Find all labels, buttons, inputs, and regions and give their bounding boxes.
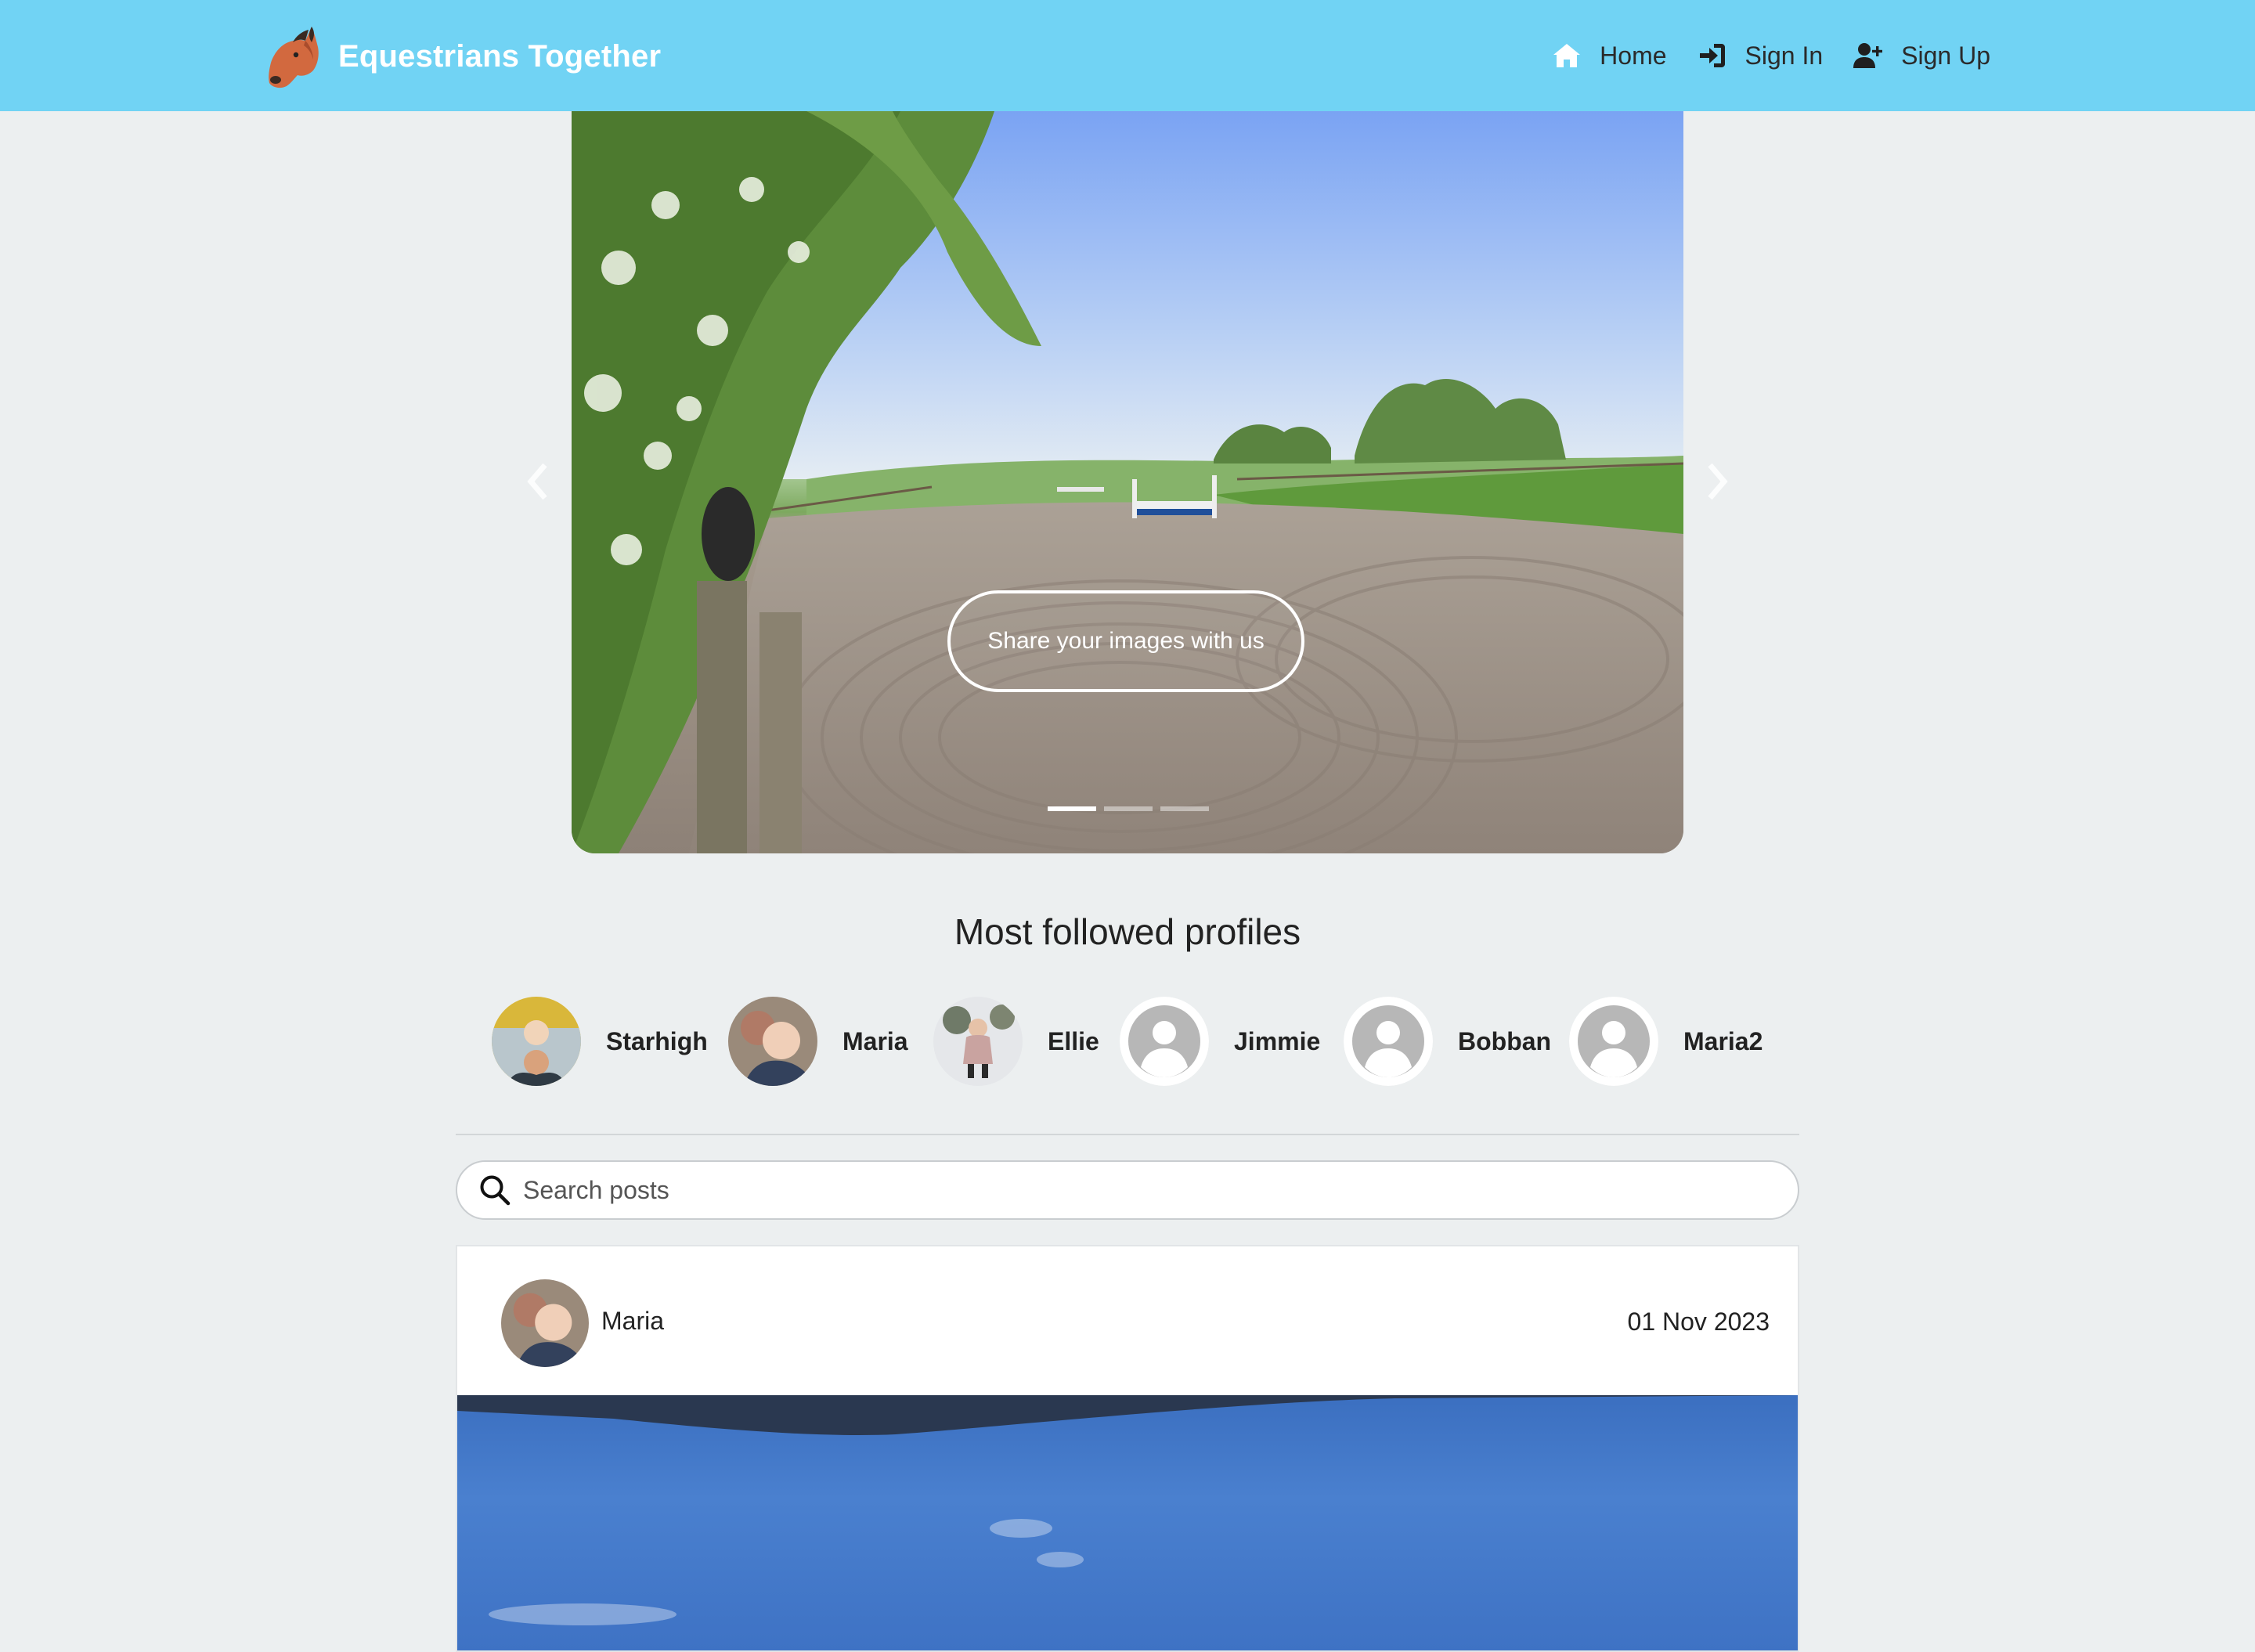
chevron-right-icon — [1708, 463, 1728, 500]
profile-name: Jimmie — [1234, 1026, 1321, 1055]
search-input[interactable] — [521, 1174, 1699, 1206]
hero-carousel: Share your images with us — [572, 111, 1683, 853]
post-image[interactable] — [457, 1395, 1798, 1650]
post-card: Maria 01 Nov 2023 — [456, 1245, 1799, 1652]
nav-sign-up-label: Sign Up — [1901, 41, 1990, 70]
profiles-row: Starhigh Maria Ellie Jimmie Bobban Maria… — [0, 996, 2255, 1087]
profile-name: Maria — [842, 1026, 908, 1055]
search-icon — [480, 1175, 511, 1206]
navbar: Equestrians Together Home Sign In Sign U… — [0, 0, 2255, 111]
nav-home-label: Home — [1600, 41, 1667, 70]
user-plus-icon — [1853, 43, 1883, 68]
nav-links: Home Sign In Sign Up — [1521, 0, 1990, 111]
post-header: Maria 01 Nov 2023 — [457, 1246, 1798, 1395]
profile-name: Bobban — [1458, 1026, 1552, 1055]
profile-jimmie[interactable]: Jimmie — [1120, 996, 1320, 1087]
profile-starhigh[interactable]: Starhigh — [492, 996, 708, 1087]
post-author-name: Maria — [601, 1306, 665, 1335]
carousel-indicators — [1048, 806, 1217, 811]
horse-logo — [269, 27, 319, 88]
share-images-button[interactable]: Share your images with us — [947, 590, 1304, 692]
default-user-icon — [1569, 997, 1658, 1086]
nav-sign-in-label: Sign In — [1744, 41, 1824, 70]
avatar — [933, 997, 1023, 1086]
nav-sign-in-link[interactable]: Sign In — [1697, 40, 1824, 71]
profile-maria[interactable]: Maria — [728, 996, 908, 1087]
divider — [456, 1134, 1799, 1135]
home-icon — [1553, 44, 1581, 67]
carousel-next-button[interactable] — [1694, 454, 1741, 509]
post-date: 01 Nov 2023 — [1627, 1308, 1770, 1336]
profile-bobban[interactable]: Bobban — [1344, 996, 1551, 1087]
avatar — [492, 997, 581, 1086]
carousel-prev-button[interactable] — [514, 454, 561, 509]
profile-name: Starhigh — [606, 1026, 708, 1055]
profile-name: Ellie — [1048, 1026, 1099, 1055]
arena-photo — [572, 111, 1683, 853]
sign-in-icon — [1699, 44, 1725, 67]
nav-home-link[interactable]: Home — [1551, 40, 1667, 71]
chevron-left-icon — [527, 463, 547, 500]
profile-maria2[interactable]: Maria2 — [1569, 996, 1763, 1087]
carousel-indicator-3[interactable] — [1160, 806, 1209, 811]
carousel-indicator-2[interactable] — [1104, 806, 1153, 811]
avatar — [501, 1279, 589, 1367]
brand-title: Equestrians Together — [338, 38, 662, 74]
section-title: Most followed profiles — [954, 911, 1301, 952]
post-author-link[interactable]: Maria — [501, 1279, 664, 1367]
brand-link[interactable]: Equestrians Together — [257, 17, 661, 96]
default-user-icon — [1120, 997, 1209, 1086]
avatar — [728, 997, 817, 1086]
profile-ellie[interactable]: Ellie — [933, 996, 1099, 1087]
sky-photo — [457, 1395, 1798, 1625]
search-bar — [456, 1160, 1799, 1220]
carousel-indicator-1[interactable] — [1048, 806, 1096, 811]
profile-name: Maria2 — [1683, 1026, 1763, 1055]
nav-sign-up-link[interactable]: Sign Up — [1853, 40, 1990, 71]
default-user-icon — [1344, 997, 1433, 1086]
